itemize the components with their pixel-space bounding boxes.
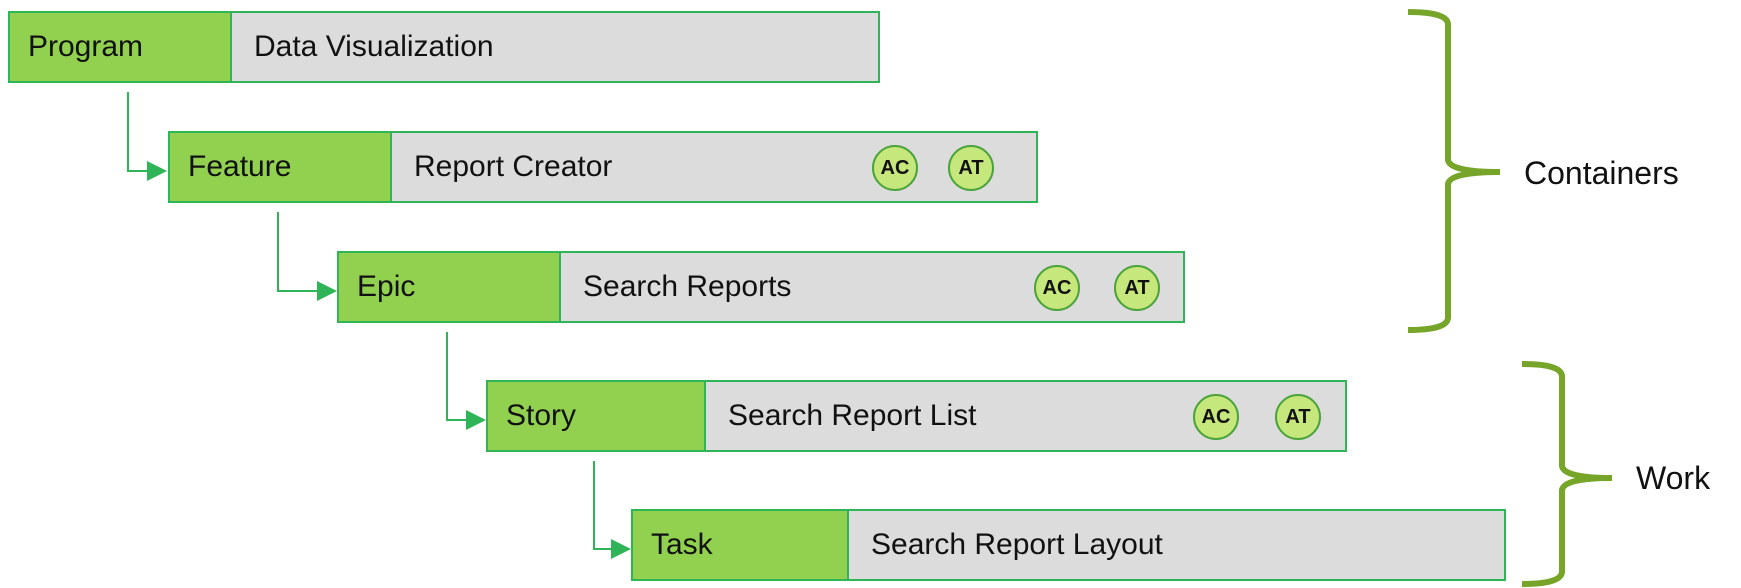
at-badge: AT bbox=[948, 145, 994, 191]
connector-story-task bbox=[593, 461, 631, 559]
row-level-label: Task bbox=[633, 511, 849, 579]
at-badge: AT bbox=[1275, 394, 1321, 440]
row-level-label: Epic bbox=[339, 253, 561, 321]
connector-epic-story bbox=[446, 332, 486, 430]
connector-feature-epic bbox=[277, 212, 337, 301]
hierarchy-row-epic: Epic Search Reports AC AT bbox=[337, 251, 1185, 323]
containers-label: Containers bbox=[1524, 155, 1679, 191]
at-badge: AT bbox=[1114, 265, 1160, 311]
row-item-text: Report Creator bbox=[414, 150, 613, 183]
row-item-text: Data Visualization bbox=[254, 30, 494, 63]
row-item-text: Search Reports bbox=[583, 270, 792, 303]
ac-badge: AC bbox=[1193, 394, 1239, 440]
hierarchy-row-feature: Feature Report Creator AC AT bbox=[168, 131, 1038, 203]
row-item-name: Search Reports AC AT bbox=[561, 253, 1183, 321]
row-item-name: Data Visualization bbox=[232, 13, 878, 81]
hierarchy-row-program: Program Data Visualization bbox=[8, 11, 880, 83]
work-label: Work bbox=[1636, 460, 1711, 496]
ac-badge: AC bbox=[1034, 265, 1080, 311]
hierarchy-row-story: Story Search Report List AC AT bbox=[486, 380, 1347, 452]
row-level-label: Feature bbox=[170, 133, 392, 201]
row-item-name: Report Creator AC AT bbox=[392, 133, 1036, 201]
row-item-text: Search Report List bbox=[728, 399, 977, 432]
connector-program-feature bbox=[127, 92, 167, 181]
work-bracket bbox=[1521, 361, 1613, 587]
ac-badge: AC bbox=[872, 145, 918, 191]
row-item-name: Search Report Layout bbox=[849, 511, 1504, 579]
containers-bracket bbox=[1407, 9, 1501, 333]
row-item-text: Search Report Layout bbox=[871, 528, 1163, 561]
row-item-name: Search Report List AC AT bbox=[706, 382, 1345, 450]
row-level-label: Program bbox=[10, 13, 232, 81]
hierarchy-row-task: Task Search Report Layout bbox=[631, 509, 1506, 581]
row-level-label: Story bbox=[488, 382, 706, 450]
